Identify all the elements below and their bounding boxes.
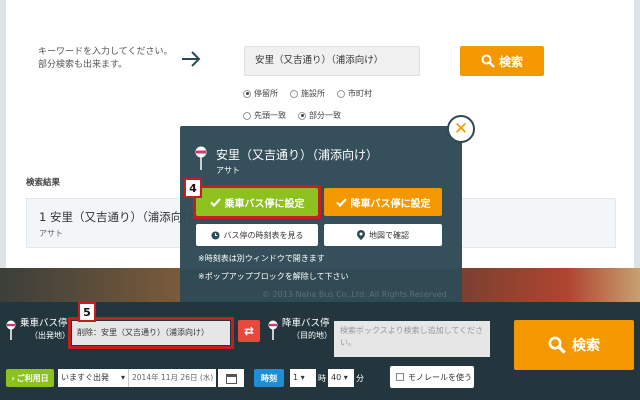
popup-stop-reading: アサト [216,166,240,175]
minute-value: 40 [331,373,342,382]
alighting-label-sub: （目的地） [292,331,332,340]
magnifier-icon [481,54,495,68]
timetable-button[interactable]: バス停の時刻表を見る [196,224,318,246]
hour-select[interactable]: 1 ▾ [290,369,316,387]
minute-unit: 分 [356,374,364,383]
map-label: 地図で確認 [369,230,409,240]
radio-label: 停留所 [254,89,278,98]
search-type-options: 停留所 施設所 市町村 [243,88,372,99]
minute-select[interactable]: 40 ▾ [328,369,354,387]
popup-stop-name: 安里（又吉通り）（浦添向け） [216,148,379,162]
result-reading: アサト [39,229,63,238]
date-tag: › ご利用日 [6,369,54,387]
magnifier-icon [548,336,566,354]
radio-label: 先頭一致 [254,111,286,120]
highlight-frame-step4 [193,185,321,219]
boarding-label-sub: （出発地） [30,331,70,340]
map-pin-icon [357,230,365,240]
boarding-label: 乗車バス停 （出発地） [20,318,70,342]
search-hint: キーワードを入力してください。 部分検索も出来ます。 [38,46,188,72]
radio-partial-match[interactable]: 部分一致 [298,110,341,121]
radio-dot [337,89,345,98]
monorail-label: モノレールを使う [408,372,472,382]
calendar-button[interactable] [218,369,244,387]
radio-dot [298,111,306,120]
results-label: 検索結果 [26,178,61,188]
radio-dot [243,111,251,120]
copyright: © 2013 Naha Bus Co.,Ltd. All Rights Rese… [262,290,447,299]
radio-dot [243,89,251,98]
bus-stop-icon [195,146,207,170]
swap-button[interactable]: ⇄ [238,320,260,342]
search-button-label: 検索 [498,54,523,69]
close-icon[interactable]: ✕ [447,115,475,143]
checkbox[interactable] [396,373,404,381]
radio-stop[interactable]: 停留所 [243,88,278,99]
search-hint-line2: 部分検索も出来ます。 [38,60,128,70]
chevron-right-icon: › [11,373,15,383]
clock-icon [210,230,220,240]
search-match-options: 先頭一致 部分一致 [243,110,341,121]
date-field[interactable]: 2014年 11月 26日 (水) [128,369,216,387]
keyword-input[interactable]: 安里（又吉通り）（浦添向け） [244,46,420,76]
background-photo-right [460,268,640,302]
step-badge-4: 4 [184,178,202,198]
search-button[interactable]: 検索 [460,46,544,76]
route-search-label: 検索 [572,338,600,354]
depart-select-value: いますぐ出発 [61,373,109,382]
hour-unit: 時 [318,374,326,383]
radio-facility[interactable]: 施設所 [290,88,325,99]
radio-label: 施設所 [301,89,325,98]
bus-stop-icon [268,320,278,340]
radio-dot [290,89,298,98]
caret-down-icon: ▾ [343,373,348,382]
alighting-label-main: 降車バス停 [282,318,330,329]
check-icon [335,197,347,207]
popup-note-window: ※時刻表は別ウィンドウで開きます [198,254,325,263]
caret-down-icon: ▾ [120,373,125,382]
time-tag: 時刻 [254,369,284,387]
caret-down-icon: ▾ [300,373,305,382]
search-hint-line1: キーワードを入力してください。 [38,47,173,57]
date-tag-label: ご利用日 [16,373,49,383]
radio-prefix-match[interactable]: 先頭一致 [243,110,286,121]
hour-value: 1 [293,373,299,382]
depart-select[interactable]: いますぐ出発 ▾ [58,369,128,387]
step-badge-5: 5 [78,302,96,322]
boarding-label-main: 乗車バス停 [20,318,68,329]
set-alighting-label: 降車バス停に設定 [350,198,431,210]
popup-note-block: ※ポップアップブロックを解除して下さい [198,272,349,281]
alighting-label: 降車バス停 （目的地） [282,318,332,342]
arrow-right-icon [182,51,201,67]
background-photo-left [0,268,180,302]
radio-label: 市町村 [348,89,372,98]
map-button[interactable]: 地図で確認 [324,224,442,246]
swap-icon: ⇄ [243,324,255,338]
radio-label: 部分一致 [309,111,341,120]
alighting-stop-field[interactable]: 検索ボックスより検索し追加してください。 [334,321,490,357]
timetable-label: バス停の時刻表を見る [223,230,304,240]
set-alighting-button[interactable]: 降車バス停に設定 [324,188,442,216]
calendar-icon [225,373,237,384]
monorail-checkbox[interactable]: モノレールを使う [390,366,474,388]
radio-city[interactable]: 市町村 [337,88,372,99]
route-search-button[interactable]: 検索 [514,320,634,370]
bus-stop-icon [6,320,16,340]
